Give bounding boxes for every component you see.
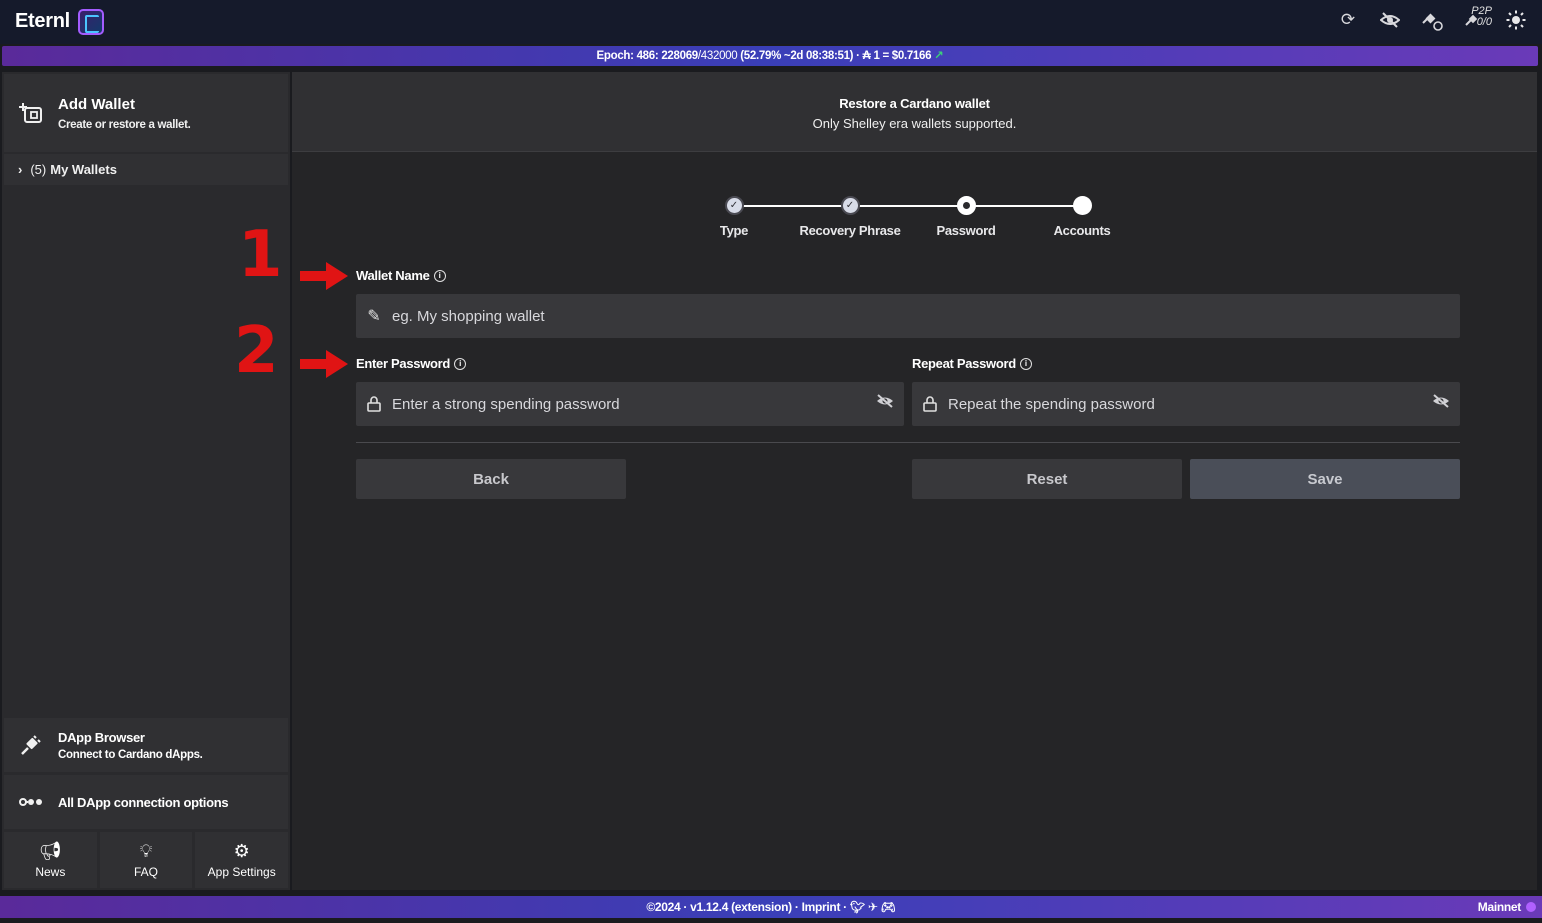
repeat-password-label-text: Repeat Password (912, 356, 1016, 371)
password-label: Enter Password i (356, 356, 467, 371)
add-wallet-icon (4, 102, 58, 124)
wallet-name-label-text: Wallet Name (356, 268, 430, 283)
top-icons: ⟳ P2P 0/0 (1336, 6, 1528, 32)
faq-button[interactable]: 💡︎ FAQ (99, 832, 193, 888)
discord-icon[interactable]: 🎮︎ (881, 900, 896, 914)
check-icon: ✓ (840, 196, 860, 215)
pending-step-dot (1072, 196, 1092, 215)
step-accounts: Accounts (1012, 196, 1152, 238)
p2p-icon[interactable]: P2P 0/0 (1462, 6, 1492, 32)
wallet-name-placeholder: eg. My shopping wallet (392, 307, 545, 325)
page-header: Restore a Cardano wallet Only Shelley er… (292, 72, 1537, 152)
epoch-slot: 228069 (661, 50, 698, 62)
add-wallet-subtitle: Create or restore a wallet. (58, 118, 191, 131)
app-settings-button[interactable]: ⚙ App Settings (195, 832, 289, 888)
p2p-status: P2P 0/0 (1471, 6, 1492, 28)
save-button[interactable]: Save (1190, 459, 1460, 499)
news-label: News (35, 865, 66, 879)
app-logo-text: Eternl (15, 10, 70, 32)
repeat-password-placeholder: Repeat the spending password (948, 395, 1155, 413)
telegram-icon[interactable]: ✈︎ (868, 900, 878, 914)
eye-slash-icon[interactable] (876, 394, 894, 413)
lightbulb-icon: 💡︎ (139, 841, 153, 861)
network-label: Mainnet (1477, 900, 1522, 914)
eye-slash-icon[interactable] (1432, 394, 1450, 413)
network-status-icon (1526, 902, 1536, 912)
dapp-browser-subtitle: Connect to Cardano dApps. (58, 748, 203, 761)
back-button[interactable]: Back (356, 459, 626, 499)
gear-icon: ⚙ (233, 841, 250, 861)
app-logo-icon (78, 9, 104, 35)
check-icon: ✓ (724, 196, 744, 215)
lock-icon (912, 396, 948, 412)
info-icon[interactable]: i (433, 269, 446, 282)
twitter-icon[interactable]: 🐦︎ (850, 900, 865, 914)
annotation-arrow-1 (300, 262, 348, 290)
annotation-number-2: 2 (234, 314, 279, 388)
network-indicator[interactable]: Mainnet (1478, 896, 1536, 918)
repeat-password-label: Repeat Password i (912, 356, 1032, 371)
reset-button[interactable]: Reset (912, 459, 1182, 499)
info-icon[interactable]: i (1019, 357, 1032, 370)
wizard-stepper: ✓ Type ✓ Recovery Phrase Password Accoun… (664, 196, 1111, 246)
dapp-browser-button[interactable]: DApp Browser Connect to Cardano dApps. (4, 718, 288, 772)
dapp-browser-title: DApp Browser (58, 729, 145, 745)
p2p-count: 0/0 (1476, 16, 1492, 28)
epoch-label: Epoch: 486: (596, 50, 659, 62)
epoch-bar: Epoch: 486: 228069/432000 (52.79% ~2d 08… (2, 46, 1538, 66)
epoch-remaining: ~2d 08:38:51) (783, 50, 854, 62)
page-subtitle: Only Shelley era wallets supported. (812, 116, 1017, 131)
footer-bar: ©2024 · v1.12.4 (extension) · Imprint · … (0, 896, 1542, 918)
epoch-slot-total: /432000 (697, 50, 738, 62)
hide-balance-icon[interactable] (1378, 8, 1402, 32)
lock-icon (356, 396, 392, 412)
footer-text: ©2024 · v1.12.4 (extension) · Imprint · (646, 900, 847, 914)
top-bar: Eternl ⟳ P2P 0/0 (0, 0, 1542, 44)
chevron-right-icon: › (18, 162, 23, 177)
step-label-accounts: Accounts (1053, 223, 1111, 238)
price-trend-icon: ↗ (934, 50, 944, 62)
network-satellite-icon[interactable] (1420, 8, 1444, 32)
page-title: Restore a Cardano wallet (839, 96, 990, 111)
add-wallet-button[interactable]: Add Wallet Create or restore a wallet. (4, 74, 288, 152)
megaphone-icon: 📢︎ (38, 841, 62, 861)
sidebar: Add Wallet Create or restore a wallet. ›… (2, 72, 290, 890)
password-label-text: Enter Password (356, 356, 451, 371)
ada-price: · ₳ 1 = $0.7166 (856, 50, 932, 62)
dapp-connection-label: All DApp connection options (58, 794, 229, 810)
wallet-name-label: Wallet Name i (356, 268, 446, 283)
epoch-percent: (52.79% (740, 50, 782, 62)
annotation-arrow-2 (300, 350, 348, 378)
add-wallet-title: Add Wallet (58, 95, 135, 113)
wallets-label: My Wallets (50, 162, 117, 177)
annotation-number-1: 1 (238, 218, 283, 292)
my-wallets-toggle[interactable]: › (5) My Wallets (4, 154, 288, 185)
theme-sun-icon[interactable] (1504, 8, 1528, 32)
connection-nodes-icon (4, 797, 58, 807)
wallet-name-input[interactable]: ✎ eg. My shopping wallet (356, 294, 1460, 338)
form-divider (356, 442, 1460, 443)
password-input[interactable]: Enter a strong spending password (356, 382, 904, 426)
repeat-password-input[interactable]: Repeat the spending password (912, 382, 1460, 426)
sync-icon[interactable]: ⟳ (1336, 8, 1360, 32)
app-settings-label: App Settings (207, 865, 276, 879)
sidebar-bottom-nav: 📢︎ News 💡︎ FAQ ⚙ App Settings (4, 832, 289, 888)
info-icon[interactable]: i (454, 357, 467, 370)
password-placeholder: Enter a strong spending password (392, 395, 620, 413)
faq-label: FAQ (134, 865, 159, 879)
dapp-connection-options-button[interactable]: All DApp connection options (4, 775, 288, 829)
current-step-dot (956, 196, 976, 215)
plug-icon (4, 734, 58, 756)
wallets-count: (5) (30, 162, 47, 177)
pencil-icon: ✎ (367, 308, 381, 325)
news-button[interactable]: 📢︎ News (4, 832, 97, 888)
